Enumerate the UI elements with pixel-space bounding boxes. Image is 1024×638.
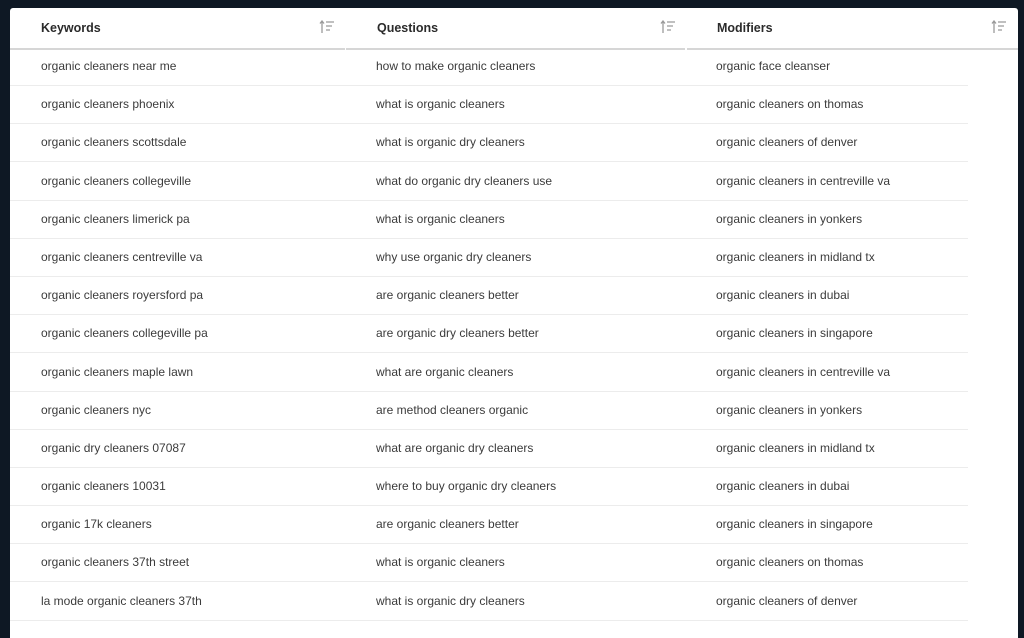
table-row: organic cleaners royersford pa are organ…	[10, 277, 1018, 316]
column-header-label: Keywords	[41, 21, 101, 35]
modifier-cell[interactable]: organic cleaners in centreville va	[685, 163, 968, 201]
table-row: organic cleaners collegeville pa are org…	[10, 315, 1018, 354]
column-header-keywords[interactable]: Keywords	[10, 8, 345, 50]
table-row: organic cleaners centreville va why use …	[10, 239, 1018, 277]
question-cell[interactable]: what is organic dry cleaners	[345, 124, 685, 163]
keyword-cell[interactable]: organic dry cleaners 07087	[10, 430, 345, 468]
modifier-cell[interactable]: organic cleaners in yonkers	[685, 392, 968, 430]
column-header-modifiers[interactable]: Modifiers	[687, 8, 1018, 50]
sort-icon[interactable]	[991, 19, 1007, 34]
keyword-cell[interactable]: organic cleaners collegeville pa	[10, 315, 345, 354]
keyword-cell[interactable]: la mode organic cleaners 37th	[10, 583, 345, 621]
question-cell[interactable]: what are organic dry cleaners	[345, 430, 685, 468]
table-row: organic cleaners maple lawn what are org…	[10, 354, 1018, 392]
question-cell[interactable]: what are organic cleaners	[345, 354, 685, 392]
table-row: organic cleaners scottsdale what is orga…	[10, 124, 1018, 163]
keyword-cell[interactable]: organic cleaners 10031	[10, 468, 345, 507]
question-cell[interactable]: are organic cleaners better	[345, 506, 685, 545]
question-cell[interactable]: are organic dry cleaners better	[345, 315, 685, 354]
modifier-cell[interactable]: organic cleaners of denver	[685, 124, 968, 163]
table-row: organic 17k cleaners are organic cleaner…	[10, 506, 1018, 545]
table-body: organic cleaners near me how to make org…	[10, 48, 1018, 621]
table-row: la mode organic cleaners 37th what is or…	[10, 583, 1018, 621]
column-header-questions[interactable]: Questions	[346, 8, 685, 50]
modifier-cell[interactable]: organic cleaners in singapore	[685, 315, 968, 354]
question-cell[interactable]: what is organic cleaners	[345, 86, 685, 125]
keyword-cell[interactable]: organic 17k cleaners	[10, 506, 345, 545]
keyword-cell[interactable]: organic cleaners nyc	[10, 392, 345, 430]
modifier-cell[interactable]: organic cleaners in midland tx	[685, 430, 968, 468]
modifier-cell[interactable]: organic cleaners in dubai	[685, 468, 968, 507]
modifier-cell[interactable]: organic face cleanser	[685, 48, 968, 86]
modifier-cell[interactable]: organic cleaners in dubai	[685, 277, 968, 316]
table-row: organic cleaners collegeville what do or…	[10, 163, 1018, 201]
keyword-table: Keywords Questions Modifiers organic cle…	[10, 8, 1018, 638]
sort-icon[interactable]	[319, 19, 335, 34]
keyword-cell[interactable]: organic cleaners centreville va	[10, 239, 345, 277]
keyword-cell[interactable]: organic cleaners 37th street	[10, 544, 345, 583]
table-row: organic cleaners phoenix what is organic…	[10, 86, 1018, 125]
modifier-cell[interactable]: organic cleaners in midland tx	[685, 239, 968, 277]
modifier-cell[interactable]: organic cleaners on thomas	[685, 86, 968, 125]
table-row: organic cleaners 37th street what is org…	[10, 544, 1018, 583]
question-cell[interactable]: what is organic dry cleaners	[345, 583, 685, 621]
keyword-cell[interactable]: organic cleaners collegeville	[10, 163, 345, 201]
keyword-cell[interactable]: organic cleaners maple lawn	[10, 354, 345, 392]
modifier-cell[interactable]: organic cleaners in centreville va	[685, 354, 968, 392]
sort-icon[interactable]	[660, 19, 676, 34]
keyword-cell[interactable]: organic cleaners limerick pa	[10, 201, 345, 239]
column-header-label: Modifiers	[717, 21, 773, 35]
question-cell[interactable]: what is organic cleaners	[345, 544, 685, 583]
keyword-cell[interactable]: organic cleaners royersford pa	[10, 277, 345, 316]
table-row: organic cleaners 10031 where to buy orga…	[10, 468, 1018, 507]
modifier-cell[interactable]: organic cleaners in yonkers	[685, 201, 968, 239]
modifier-cell[interactable]: organic cleaners on thomas	[685, 544, 968, 583]
keyword-cell[interactable]: organic cleaners scottsdale	[10, 124, 345, 163]
table-header: Keywords Questions Modifiers	[10, 8, 1018, 50]
table-row: organic dry cleaners 07087 what are orga…	[10, 430, 1018, 468]
question-cell[interactable]: what is organic cleaners	[345, 201, 685, 239]
column-header-label: Questions	[377, 21, 439, 35]
question-cell[interactable]: how to make organic cleaners	[345, 48, 685, 86]
keyword-cell[interactable]: organic cleaners near me	[10, 48, 345, 86]
question-cell[interactable]: are organic cleaners better	[345, 277, 685, 316]
table-row: organic cleaners nyc are method cleaners…	[10, 392, 1018, 430]
question-cell[interactable]: why use organic dry cleaners	[345, 239, 685, 277]
table-row: organic cleaners near me how to make org…	[10, 48, 1018, 86]
question-cell[interactable]: what do organic dry cleaners use	[345, 163, 685, 201]
keyword-cell[interactable]: organic cleaners phoenix	[10, 86, 345, 125]
question-cell[interactable]: are method cleaners organic	[345, 392, 685, 430]
question-cell[interactable]: where to buy organic dry cleaners	[345, 468, 685, 507]
table-row: organic cleaners limerick pa what is org…	[10, 201, 1018, 239]
modifier-cell[interactable]: organic cleaners in singapore	[685, 506, 968, 545]
modifier-cell[interactable]: organic cleaners of denver	[685, 583, 968, 621]
